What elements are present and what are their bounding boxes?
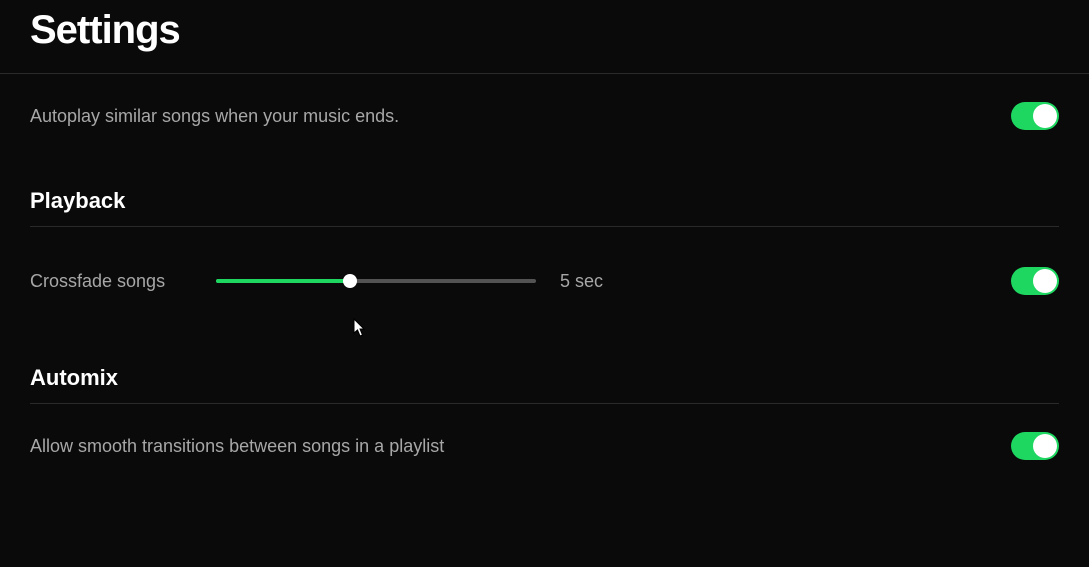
crossfade-slider[interactable] [216, 273, 536, 289]
toggle-knob [1033, 104, 1057, 128]
autoplay-label: Autoplay similar songs when your music e… [30, 106, 399, 127]
crossfade-toggle[interactable] [1011, 267, 1059, 295]
crossfade-row: Crossfade songs 5 sec [30, 227, 1059, 335]
automix-toggle[interactable] [1011, 432, 1059, 460]
slider-fill [216, 279, 350, 283]
playback-section-header: Playback [30, 158, 1059, 226]
crossfade-value: 5 sec [560, 271, 603, 292]
toggle-knob [1033, 269, 1057, 293]
page-title: Settings [0, 0, 1089, 73]
autoplay-row: Autoplay similar songs when your music e… [30, 74, 1059, 158]
automix-label: Allow smooth transitions between songs i… [30, 436, 444, 457]
crossfade-label: Crossfade songs [30, 271, 216, 292]
automix-section-header: Automix [30, 335, 1059, 403]
settings-content: Autoplay similar songs when your music e… [0, 74, 1089, 488]
slider-thumb[interactable] [343, 274, 357, 288]
slider-track [216, 279, 536, 283]
autoplay-toggle[interactable] [1011, 102, 1059, 130]
toggle-knob [1033, 434, 1057, 458]
automix-row: Allow smooth transitions between songs i… [30, 404, 1059, 488]
